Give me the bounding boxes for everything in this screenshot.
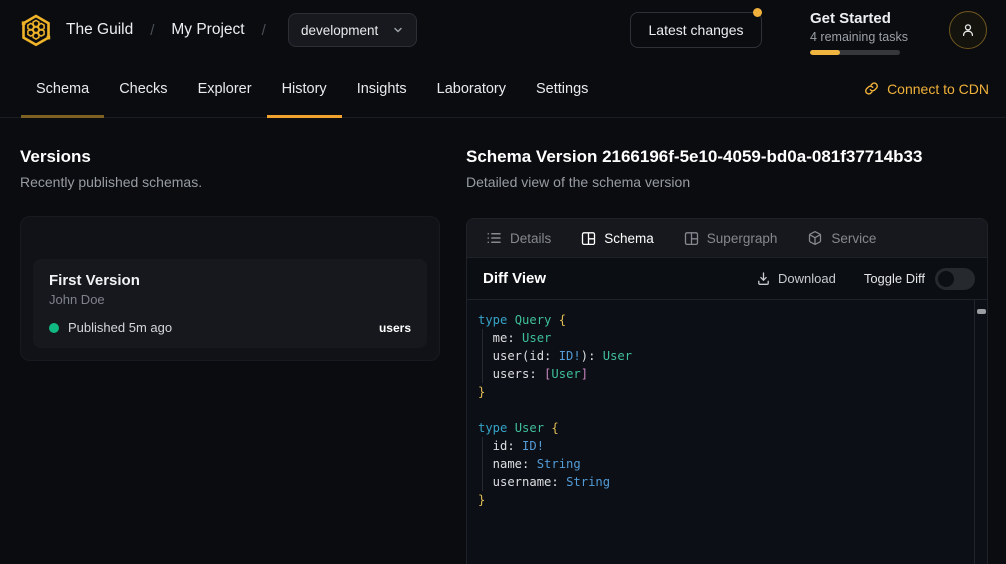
list-icon [486, 230, 502, 246]
toggle-diff-label: Toggle Diff [864, 271, 925, 286]
schema-version-title: Schema Version 2166196f-5e10-4059-bd0a-0… [466, 147, 988, 167]
download-icon [756, 271, 771, 286]
breadcrumb-org[interactable]: The Guild [66, 21, 133, 39]
breadcrumb-project[interactable]: My Project [171, 21, 244, 39]
nav-tab-insights[interactable]: Insights [342, 60, 422, 117]
code-line: } [478, 383, 963, 401]
version-status: Published 5m ago [68, 320, 172, 335]
nav-tab-checks[interactable]: Checks [104, 60, 182, 117]
detail-tab-details[interactable]: Details [471, 219, 566, 257]
detail-tab-list: Details Schema Sup [467, 219, 987, 257]
code-line: id: ID! [478, 437, 963, 455]
version-name: First Version [49, 272, 411, 289]
notification-dot [753, 8, 762, 17]
version-meta-row: Published 5m ago users [49, 320, 411, 335]
connect-to-cdn-link[interactable]: Connect to CDN [864, 60, 989, 117]
get-started-progress-fill [810, 50, 840, 55]
panels-icon [684, 231, 699, 246]
nav-tab-list: Schema Checks Explorer History Insights … [0, 60, 1006, 117]
person-icon [960, 22, 976, 38]
code-line [478, 401, 963, 419]
get-started-subtitle: 4 remaining tasks [810, 30, 902, 44]
code-block: type Query { me: User user(id: ID!): Use… [467, 300, 987, 520]
schema-code-viewer: type Query { me: User user(id: ID!): Use… [467, 299, 987, 564]
get-started-title: Get Started [810, 10, 902, 27]
diff-controls: Download Toggle Diff [756, 268, 975, 290]
get-started-progress-track [810, 50, 900, 55]
detail-tab-service[interactable]: Service [792, 219, 891, 257]
code-line: me: User [478, 329, 963, 347]
download-button[interactable]: Download [756, 271, 836, 286]
nav-tab-settings[interactable]: Settings [521, 60, 603, 117]
code-line: name: String [478, 455, 963, 473]
target-nav: Schema Checks Explorer History Insights … [0, 60, 1006, 118]
download-label: Download [778, 271, 836, 286]
versions-list-card: First Version John Doe Published 5m ago … [20, 216, 440, 361]
published-status-dot [49, 323, 59, 333]
diff-view-header: Diff View Download Toggle Diff [467, 257, 987, 299]
schema-version-detail-panel: Schema Version 2166196f-5e10-4059-bd0a-0… [466, 118, 988, 564]
panels-icon [581, 231, 596, 246]
code-line: user(id: ID!): User [478, 347, 963, 365]
service-badge: users [379, 321, 411, 335]
schema-detail-card: Details Schema Sup [466, 218, 988, 564]
versions-title: Versions [20, 147, 440, 167]
version-list-item[interactable]: First Version John Doe Published 5m ago … [33, 259, 427, 348]
switch-knob [938, 271, 954, 287]
breadcrumb-separator: / [262, 22, 266, 39]
scrollbar-thumb[interactable] [977, 309, 986, 314]
nav-tab-history[interactable]: History [267, 60, 342, 117]
user-avatar-button[interactable] [949, 11, 987, 49]
environment-selected-value: development [301, 23, 378, 38]
page-content: Versions Recently published schemas. Fir… [0, 118, 1006, 563]
link-icon [864, 81, 879, 96]
version-author: John Doe [49, 292, 411, 307]
connect-to-cdn-label: Connect to CDN [887, 81, 989, 97]
code-line: type Query { [478, 311, 963, 329]
diff-view-title: Diff View [483, 270, 546, 287]
breadcrumb-separator: / [150, 22, 154, 39]
versions-panel: Versions Recently published schemas. Fir… [20, 118, 440, 361]
toggle-diff-switch[interactable] [935, 268, 975, 290]
code-vertical-scrollbar[interactable] [974, 300, 987, 564]
detail-tab-supergraph[interactable]: Supergraph [669, 219, 793, 257]
nav-tab-laboratory[interactable]: Laboratory [422, 60, 521, 117]
latest-changes-button[interactable]: Latest changes [630, 12, 762, 48]
app-header: The Guild / My Project / development Lat… [0, 0, 1006, 60]
schema-version-subtitle: Detailed view of the schema version [466, 174, 988, 190]
nav-tab-schema[interactable]: Schema [21, 60, 104, 117]
hive-honeycomb-logo[interactable] [19, 13, 53, 47]
nav-tab-explorer[interactable]: Explorer [183, 60, 267, 117]
breadcrumb: The Guild / My Project / [66, 0, 266, 60]
code-line: } [478, 491, 963, 509]
chevron-down-icon [392, 24, 404, 36]
code-line: type User { [478, 419, 963, 437]
code-line: username: String [478, 473, 963, 491]
detail-tab-schema[interactable]: Schema [566, 219, 669, 257]
cube-icon [807, 230, 823, 246]
get-started-widget[interactable]: Get Started 4 remaining tasks [810, 10, 902, 55]
code-line: users: [User] [478, 365, 963, 383]
environment-selector[interactable]: development [288, 13, 417, 47]
versions-subtitle: Recently published schemas. [20, 174, 440, 190]
